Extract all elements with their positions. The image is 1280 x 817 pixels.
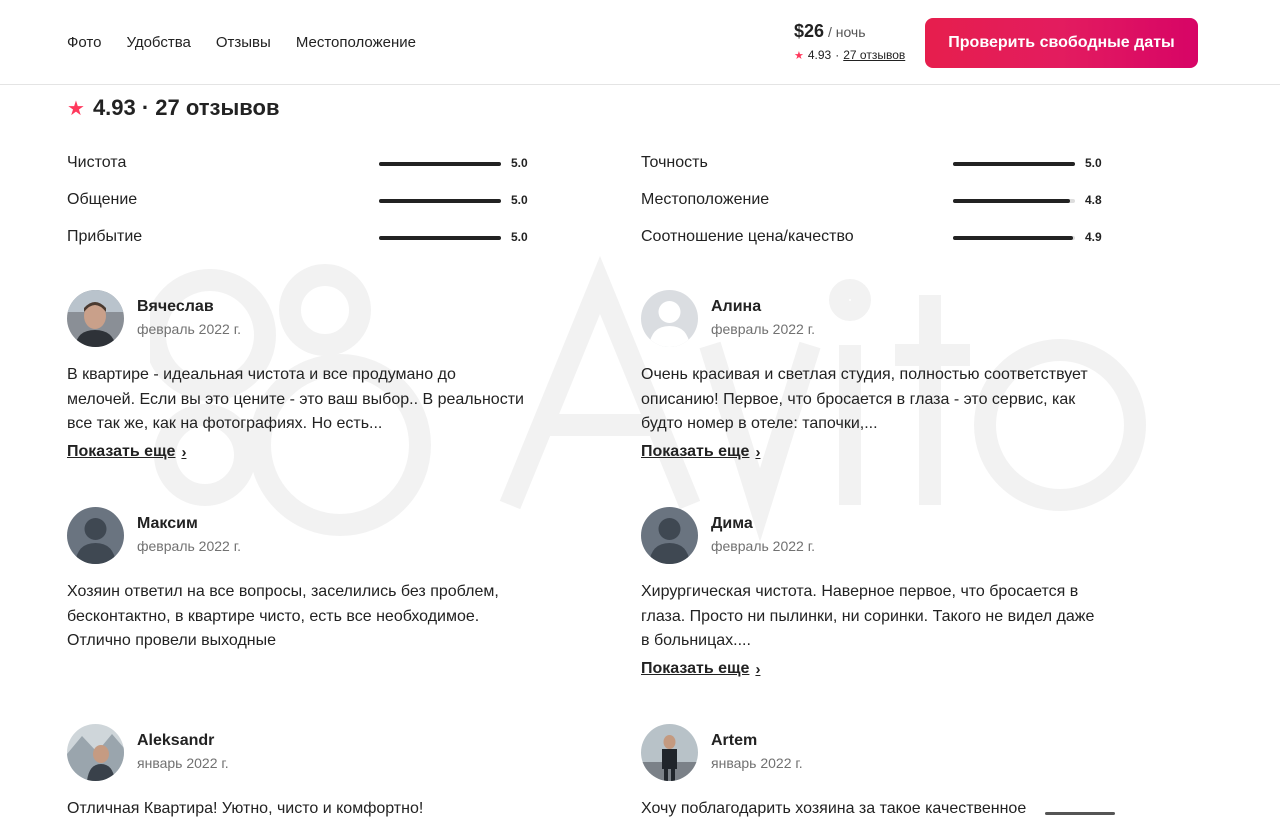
- category-bar: [953, 236, 1075, 240]
- nav-amenities[interactable]: Удобства: [126, 34, 190, 51]
- category-label: Общение: [67, 191, 138, 208]
- category-bar: [953, 199, 1075, 203]
- check-availability-button[interactable]: Проверить свободные даты: [925, 18, 1198, 68]
- avatar[interactable]: [641, 507, 698, 564]
- review-text: Отличная Квартира! Уютно, чисто и комфор…: [67, 800, 424, 817]
- chevron-right-icon: ›: [181, 443, 187, 461]
- rating-category: Соотношение цена/качество 4.9: [641, 224, 1111, 261]
- review-date: январь 2022 г.: [137, 755, 229, 771]
- rating-category: Прибытие 5.0: [67, 224, 537, 261]
- avatar[interactable]: [641, 724, 698, 781]
- review-date: февраль 2022 г.: [711, 538, 815, 554]
- header-reviews-link[interactable]: 27 отзывов: [843, 48, 905, 62]
- category-value: 4.8: [1085, 193, 1102, 207]
- category-bar-fill: [953, 162, 1075, 166]
- nav-reviews[interactable]: Отзывы: [216, 34, 271, 51]
- category-bar-fill: [953, 199, 1071, 203]
- category-label: Местоположение: [641, 191, 770, 208]
- photo-man-icon: [67, 290, 124, 347]
- avatar[interactable]: [67, 507, 124, 564]
- category-label: Чистота: [67, 154, 127, 171]
- show-more-link[interactable]: Показать еще ›: [641, 660, 760, 678]
- category-label: Прибытие: [67, 228, 143, 245]
- scroll-indicator[interactable]: [1045, 812, 1115, 815]
- category-label: Соотношение цена/качество: [641, 228, 854, 245]
- price-unit: / ночь: [827, 24, 866, 40]
- review-text: Хирургическая чистота. Наверное первое, …: [641, 583, 1095, 649]
- rating-categories-right: Точность 5.0 Местоположение 4.8 Соотноше…: [641, 150, 1111, 261]
- star-icon: ★: [67, 97, 85, 120]
- category-bar: [953, 162, 1075, 166]
- reviewer-name: Aleksandr: [137, 732, 215, 749]
- chevron-right-icon: ›: [755, 443, 761, 461]
- price-line: $26 / ночь: [794, 21, 905, 42]
- review-date: февраль 2022 г.: [711, 321, 815, 337]
- category-value: 5.0: [511, 230, 528, 244]
- review-date: январь 2022 г.: [711, 755, 803, 771]
- review-date: февраль 2022 г.: [137, 538, 241, 554]
- show-more-link[interactable]: Показать еще ›: [641, 443, 760, 461]
- reviewer-name: Вячеслав: [137, 298, 214, 315]
- photo-man-icon: [67, 724, 124, 781]
- rating-categories-left: Чистота 5.0 Общение 5.0 Прибытие 5.0: [67, 150, 537, 261]
- category-value: 5.0: [1085, 156, 1102, 170]
- sticky-header: Фото Удобства Отзывы Местоположение $26 …: [0, 0, 1280, 85]
- review-text: В квартире - идеальная чистота и все про…: [67, 366, 524, 432]
- reviews-summary-text: 4.93 · 27 отзывов: [92, 95, 280, 120]
- rating-category: Общение 5.0: [67, 187, 537, 224]
- photo-man-icon: [641, 724, 698, 781]
- rating-category: Точность 5.0: [641, 150, 1111, 187]
- category-bar: [379, 199, 501, 203]
- avatar[interactable]: [67, 290, 124, 347]
- avatar[interactable]: [641, 290, 698, 347]
- nav-location[interactable]: Местоположение: [296, 34, 416, 51]
- section-nav: Фото Удобства Отзывы Местоположение: [67, 34, 416, 51]
- price-amount: $26: [794, 21, 825, 41]
- reviews-summary: ★ 4.93 · 27 отзывов: [67, 95, 279, 121]
- header-rating-separator: ·: [835, 48, 840, 62]
- reviewer-name: Максим: [137, 515, 198, 532]
- category-bar: [379, 236, 501, 240]
- category-value: 5.0: [511, 193, 528, 207]
- default-user-dark-icon: [67, 507, 124, 564]
- category-bar-fill: [379, 199, 501, 203]
- category-bar: [379, 162, 501, 166]
- reviewer-name: Дима: [711, 515, 753, 532]
- show-more-label: Показать еще: [641, 660, 750, 677]
- show-more-link[interactable]: Показать еще ›: [67, 443, 186, 461]
- show-more-label: Показать еще: [641, 443, 750, 460]
- price-summary: $26 / ночь ★ 4.93 · 27 отзывов: [794, 21, 905, 62]
- category-bar-fill: [379, 162, 501, 166]
- review-text: Очень красивая и светлая студия, полност…: [641, 366, 1088, 432]
- rating-category: Местоположение 4.8: [641, 187, 1111, 224]
- reviewer-name: Artem: [711, 732, 758, 749]
- header-rating-value: 4.93: [807, 48, 832, 62]
- category-bar-fill: [379, 236, 501, 240]
- reviewer-name: Алина: [711, 298, 762, 315]
- category-value: 4.9: [1085, 230, 1102, 244]
- star-icon: ★: [794, 49, 804, 62]
- review-text: Хочу поблагодарить хозяина за такое каче…: [641, 800, 1027, 817]
- rating-category: Чистота 5.0: [67, 150, 537, 187]
- show-more-label: Показать еще: [67, 443, 176, 460]
- nav-photos[interactable]: Фото: [67, 34, 101, 51]
- category-bar-fill: [953, 236, 1073, 240]
- default-user-icon: [641, 290, 698, 347]
- avatar[interactable]: [67, 724, 124, 781]
- review-text: Хозяин ответил на все вопросы, заселилис…: [67, 583, 499, 649]
- category-value: 5.0: [511, 156, 528, 170]
- default-user-dark-icon: [641, 507, 698, 564]
- category-label: Точность: [641, 154, 708, 171]
- chevron-right-icon: ›: [755, 660, 761, 678]
- header-rating: ★ 4.93 · 27 отзывов: [794, 48, 905, 62]
- review-date: февраль 2022 г.: [137, 321, 241, 337]
